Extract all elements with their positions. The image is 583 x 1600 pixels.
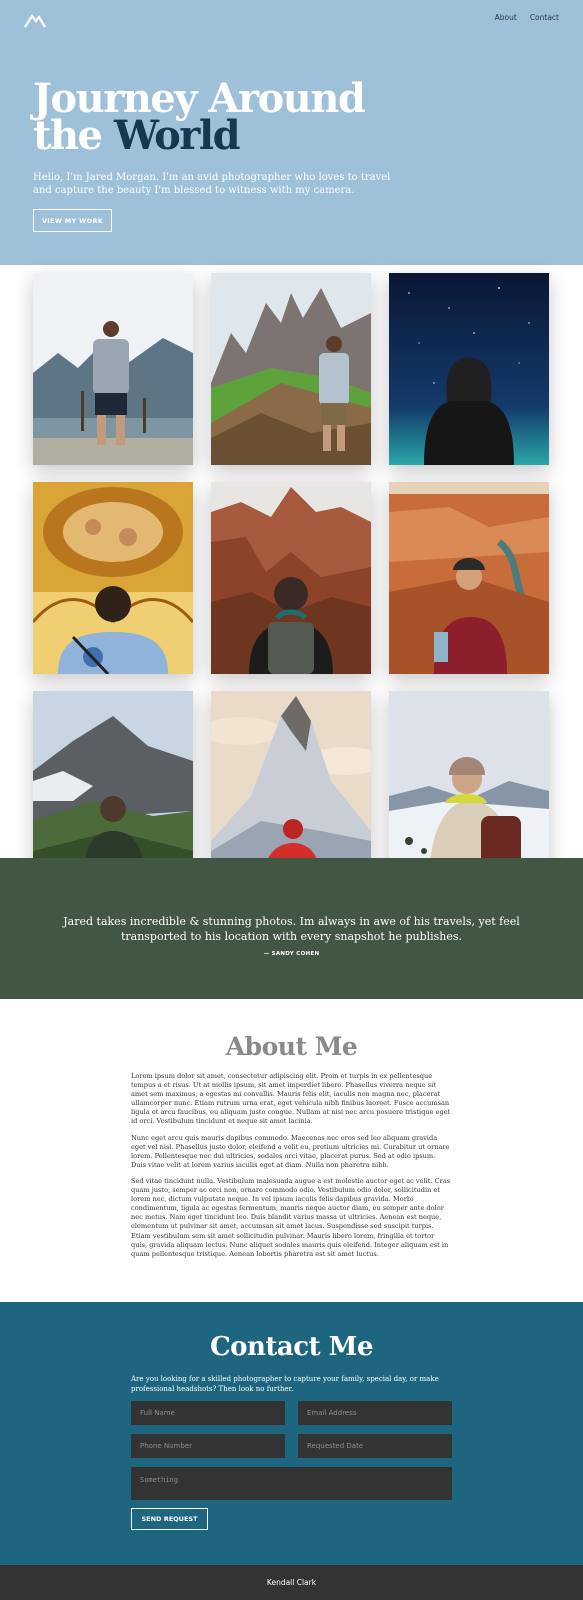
full-name-field[interactable]: Full Name: [131, 1401, 285, 1425]
nav-about-link[interactable]: About: [495, 13, 517, 22]
testimonial-quote: Jared takes incredible & stunning photos…: [63, 915, 520, 943]
about-paragraph: Lorem ipsum dolor sit amet, consectetur …: [131, 1072, 451, 1126]
about-paragraph: Sed vitae tincidunt nulla. Vestibulum ma…: [131, 1176, 451, 1258]
gallery-photo-green-ridge[interactable]: [211, 273, 371, 465]
testimonial-author: — SANDY COHEN: [263, 951, 320, 957]
top-nav: About Contact: [495, 13, 559, 22]
message-textarea[interactable]: Something: [131, 1467, 452, 1500]
about-body: Lorem ipsum dolor sit amet, consectetur …: [131, 1072, 451, 1266]
hero-intro: Hello, I'm Jared Morgan. I'm an avid pho…: [33, 172, 391, 196]
email-field[interactable]: Email Address: [298, 1401, 452, 1425]
gallery-photo-snowy-landscape[interactable]: [389, 691, 549, 883]
contact-title: Contact Me: [209, 1332, 374, 1362]
footer-name: Kendall Clark: [266, 1578, 317, 1587]
gallery-photo-lake-mountains[interactable]: [33, 273, 193, 465]
hero-title-the: the: [33, 112, 103, 159]
phone-field[interactable]: Phone Number: [131, 1434, 285, 1458]
gallery-photo-alpine-valley[interactable]: [33, 691, 193, 883]
gallery-photo-canyon-cliffs[interactable]: [211, 482, 371, 674]
hero-title: Journey Around the World: [33, 79, 366, 156]
about-paragraph: Nunc eget arcu quis mauris dapibus commo…: [131, 1133, 450, 1169]
about-title: About Me: [225, 1032, 358, 1061]
gallery-photo-starry-night[interactable]: [389, 273, 549, 465]
nav-contact-link[interactable]: Contact: [530, 13, 559, 22]
gallery-photo-river-canyon[interactable]: [389, 482, 549, 674]
gallery-photo-ornate-ceiling[interactable]: [33, 482, 193, 674]
hero-title-accent: World: [113, 112, 241, 159]
contact-intro: Are you looking for a skilled photograph…: [131, 1375, 439, 1393]
mountain-logo-icon[interactable]: [24, 12, 46, 28]
gallery-photo-matterhorn[interactable]: [211, 691, 371, 883]
send-request-button[interactable]: SEND REQUEST: [131, 1508, 208, 1530]
view-my-work-button[interactable]: VIEW MY WORK: [33, 209, 112, 232]
footer: Kendall Clark: [0, 1565, 583, 1600]
requested-date-field[interactable]: Requested Date: [298, 1434, 452, 1458]
